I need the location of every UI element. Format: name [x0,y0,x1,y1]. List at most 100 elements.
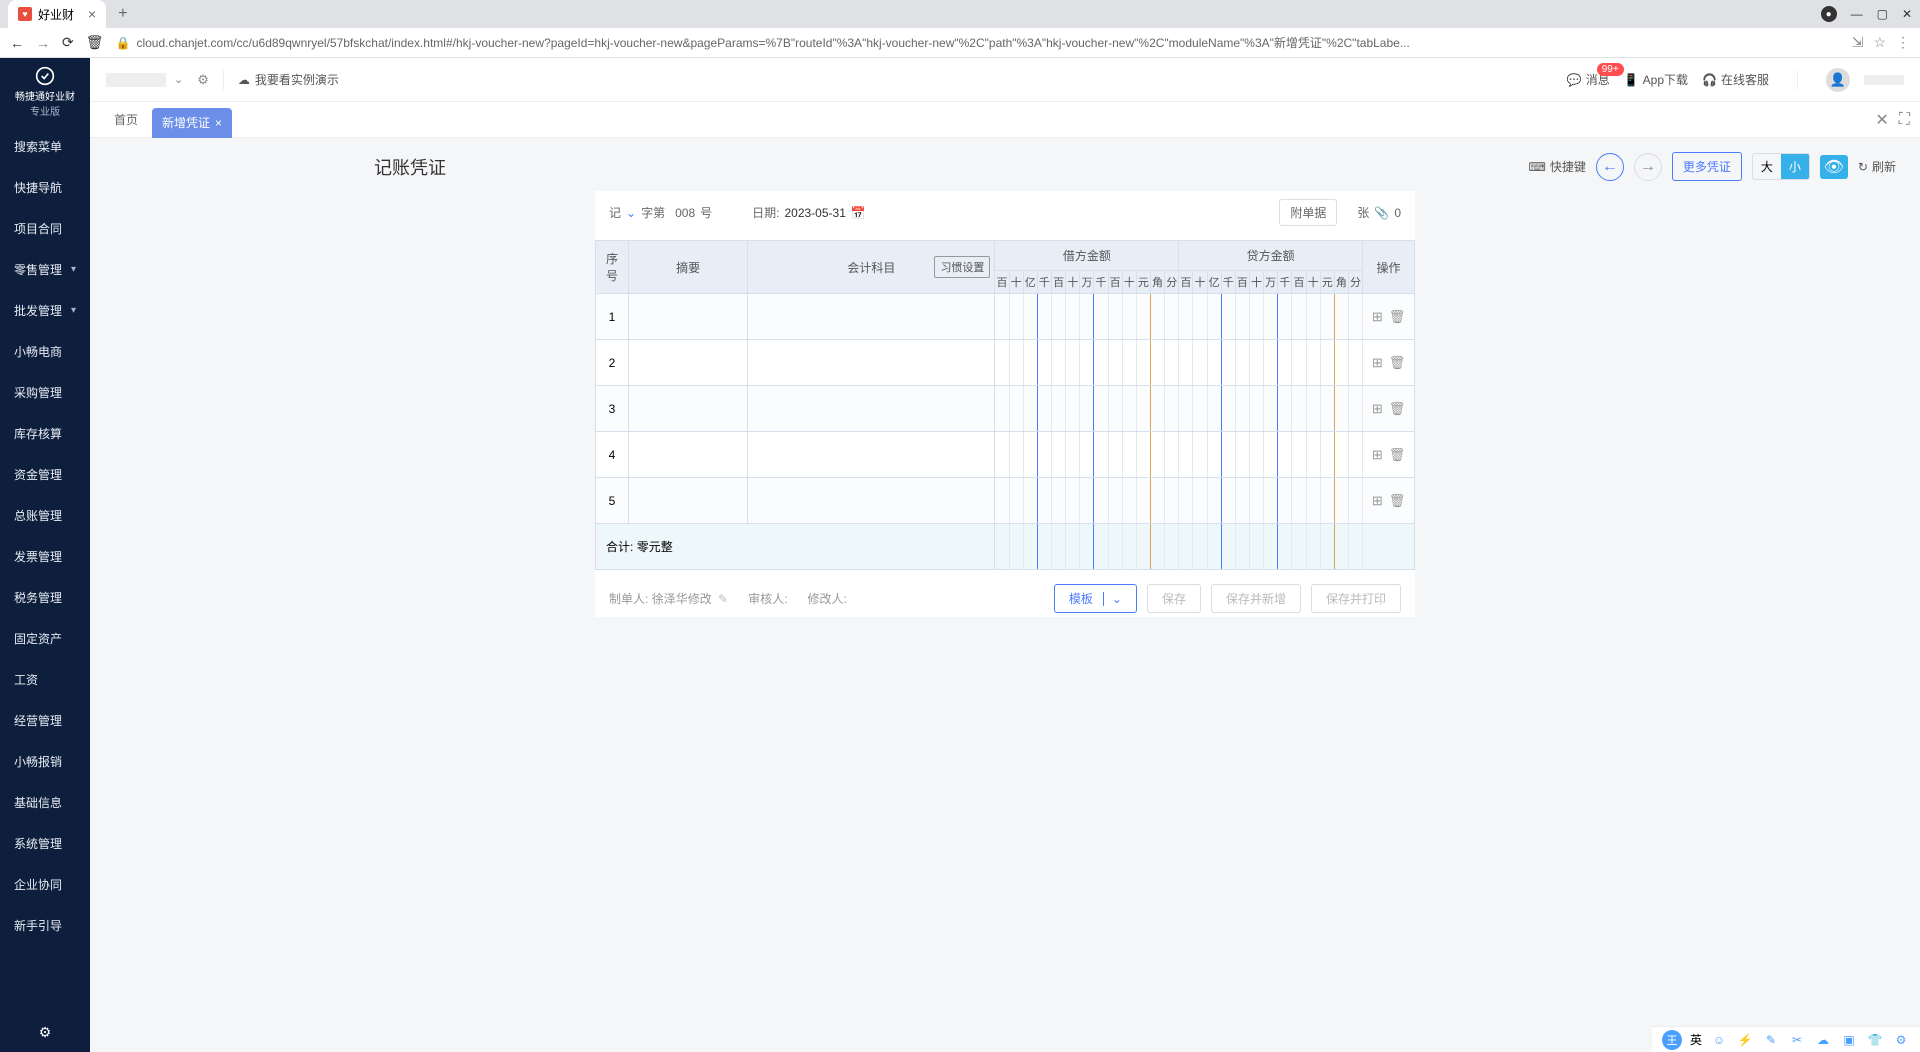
profile-icon[interactable]: ● [1821,6,1837,22]
digit-cell[interactable] [1292,386,1306,432]
digit-cell[interactable] [1037,432,1051,478]
shortcut-button[interactable]: ⌨ 快捷键 [1529,158,1586,175]
digit-cell[interactable] [1150,478,1164,524]
digit-cell[interactable] [1334,478,1348,524]
digit-cell[interactable] [1306,340,1320,386]
trash-icon[interactable]: 🗑 [86,34,104,51]
digit-cell[interactable] [1150,432,1164,478]
digit-cell[interactable] [1221,340,1235,386]
address-bar[interactable]: 🔒 cloud.chanjet.com/cc/u6d89qwnryel/57bf… [116,34,1840,51]
sidebar-item-2[interactable]: 项目合同 [0,208,90,249]
digit-cell[interactable] [1136,340,1150,386]
digit-cell[interactable] [995,294,1009,340]
digit-cell[interactable] [1052,432,1066,478]
digit-cell[interactable] [1094,478,1108,524]
forward-button[interactable]: → [36,35,50,51]
cell-summary[interactable] [628,478,747,524]
digit-cell[interactable] [1009,386,1023,432]
ime-icon[interactable]: 王 [1662,1030,1682,1050]
digit-cell[interactable] [1193,386,1207,432]
digit-cell[interactable] [1136,478,1150,524]
digit-cell[interactable] [1264,478,1278,524]
edit-icon[interactable]: ✎ [718,592,728,606]
digit-cell[interactable] [1136,386,1150,432]
settings-icon[interactable]: ⚙ [1892,1031,1910,1049]
digit-cell[interactable] [1150,340,1164,386]
digit-cell[interactable] [1108,432,1122,478]
user-avatar[interactable]: 👤 [1826,68,1850,92]
save-and-new-button[interactable]: 保存并新增 [1211,584,1301,613]
template-button[interactable]: 模板 ⌄ [1054,584,1137,613]
sidebar-item-10[interactable]: 发票管理 [0,536,90,577]
digit-cell[interactable] [1037,294,1051,340]
cell-subject[interactable] [748,294,995,340]
digit-cell[interactable] [1320,340,1334,386]
sidebar-item-11[interactable]: 税务管理 [0,577,90,618]
digit-cell[interactable] [995,478,1009,524]
digit-cell[interactable] [1080,294,1094,340]
sidebar-item-16[interactable]: 基础信息 [0,782,90,823]
digit-cell[interactable] [1037,386,1051,432]
sidebar-item-17[interactable]: 系统管理 [0,823,90,864]
digit-cell[interactable] [1348,294,1362,340]
digit-cell[interactable] [1207,386,1221,432]
digit-cell[interactable] [1235,478,1249,524]
tab-home[interactable]: 首页 [100,102,152,138]
digit-cell[interactable] [1221,386,1235,432]
sidebar-item-12[interactable]: 固定资产 [0,618,90,659]
digit-cell[interactable] [1179,340,1193,386]
digit-cell[interactable] [1221,294,1235,340]
digit-cell[interactable] [1009,340,1023,386]
sidebar-item-1[interactable]: 快捷导航 [0,167,90,208]
person-icon[interactable]: 👕 [1866,1031,1884,1049]
digit-cell[interactable] [1094,340,1108,386]
sidebar-item-7[interactable]: 库存核算 [0,413,90,454]
browser-tab[interactable]: ♥ 好业财 × [8,0,106,28]
sidebar-item-3[interactable]: 零售管理▾ [0,249,90,290]
digit-cell[interactable] [1122,386,1136,432]
delete-row-icon[interactable]: 🗑 [1389,447,1406,463]
messages-button[interactable]: 💬 消息 99+ [1567,71,1610,88]
delete-row-icon[interactable]: 🗑 [1389,355,1406,371]
digit-cell[interactable] [1221,432,1235,478]
digit-cell[interactable] [1179,386,1193,432]
add-row-icon[interactable]: ⊞ [1372,401,1383,417]
digit-cell[interactable] [1165,478,1179,524]
delete-row-icon[interactable]: 🗑 [1389,309,1406,325]
digit-cell[interactable] [1052,294,1066,340]
add-row-icon[interactable]: ⊞ [1372,447,1383,463]
digit-cell[interactable] [1122,294,1136,340]
size-large-button[interactable]: 大 [1753,154,1781,179]
digit-cell[interactable] [1334,294,1348,340]
digit-cell[interactable] [1320,478,1334,524]
digit-cell[interactable] [1108,386,1122,432]
online-service-button[interactable]: 🎧 在线客服 [1702,71,1769,88]
scissors-icon[interactable]: ✂ [1788,1031,1806,1049]
sidebar-item-8[interactable]: 资金管理 [0,454,90,495]
star-icon[interactable]: ☆ [1873,34,1886,51]
digit-cell[interactable] [1264,432,1278,478]
digit-cell[interactable] [1334,432,1348,478]
digit-cell[interactable] [1136,432,1150,478]
digit-cell[interactable] [1052,478,1066,524]
lightning-icon[interactable]: ⚡ [1736,1031,1754,1049]
reload-button[interactable]: ⟳ [62,34,74,51]
delete-row-icon[interactable]: 🗑 [1389,493,1406,509]
digit-cell[interactable] [1066,478,1080,524]
digit-cell[interactable] [1066,294,1080,340]
attach-document-button[interactable]: 附单据 [1279,199,1337,226]
digit-cell[interactable] [1207,432,1221,478]
size-small-button[interactable]: 小 [1781,154,1809,179]
cell-subject[interactable] [748,432,995,478]
tab-new-voucher[interactable]: 新增凭证 × [152,108,232,138]
digit-cell[interactable] [1235,432,1249,478]
digit-cell[interactable] [1278,294,1292,340]
habit-settings-button[interactable]: 习惯设置 [934,256,990,278]
maximize-button[interactable]: ▢ [1877,7,1888,21]
digit-cell[interactable] [1066,386,1080,432]
digit-cell[interactable] [1193,294,1207,340]
digit-cell[interactable] [1108,340,1122,386]
digit-cell[interactable] [1278,432,1292,478]
digit-cell[interactable] [1264,386,1278,432]
next-voucher-button[interactable]: → [1634,153,1662,181]
